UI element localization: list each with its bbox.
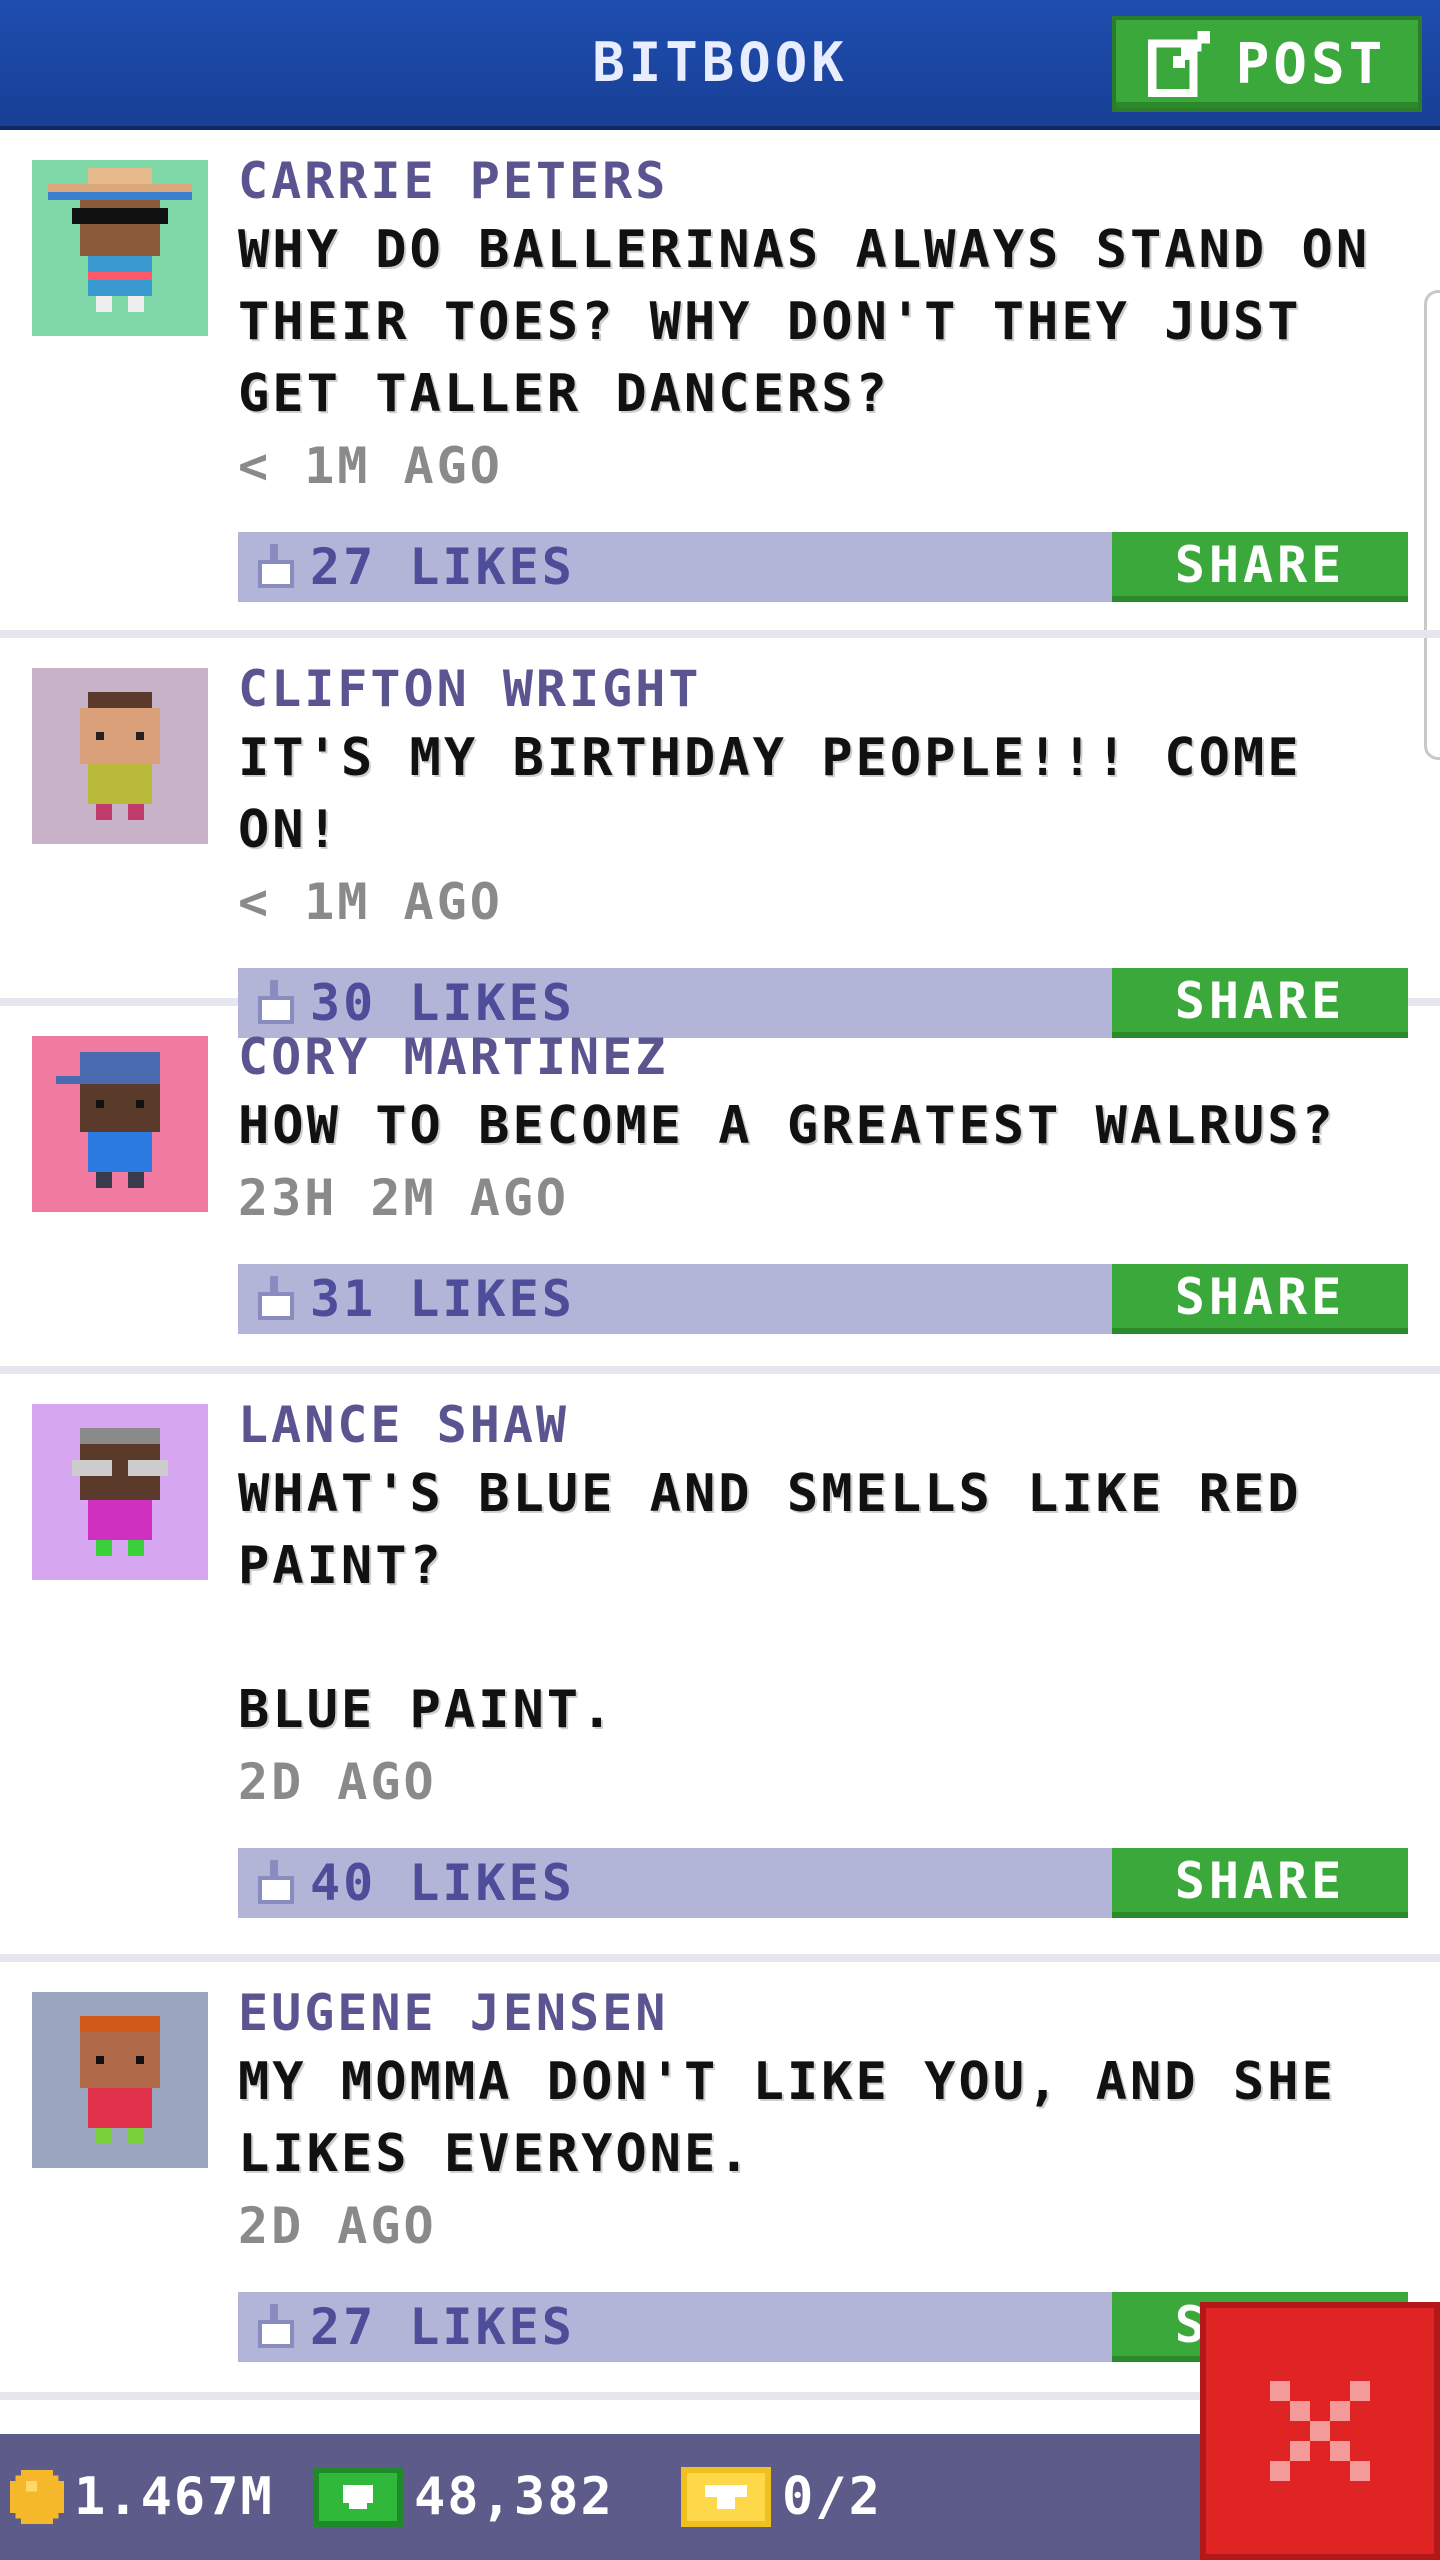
post-text: WHY DO BALLERINAS ALWAYS STAND ON THEIR … [238,220,1405,424]
avatar-eugene-jensen [32,1992,208,2168]
tickets-stat: 0/2 [680,2434,882,2560]
close-icon [1270,2381,1370,2481]
post-author[interactable]: CORY MARTINEZ [238,1024,1408,1090]
avatar-carrie-peters [32,160,208,336]
post-author[interactable]: LANCE SHAW [238,1392,1408,1458]
avatar[interactable] [32,160,208,336]
close-button[interactable] [1200,2302,1440,2560]
post-time: 23H 2M AGO [238,1169,570,1227]
avatar[interactable] [32,1404,208,1580]
post-author[interactable]: CARRIE PETERS [238,148,1408,214]
post-text: WHAT'S BLUE AND SMELLS LIKE RED PAINT? B… [238,1464,1302,1740]
avatar[interactable] [32,1036,208,1212]
like-count[interactable]: 31 LIKES [310,1264,575,1334]
feed-post: CORY MARTINEZ HOW TO BECOME A GREATEST W… [0,1006,1440,1374]
post-text: IT'S MY BIRTHDAY PEOPLE!!! COME ON! [238,728,1336,860]
edit-icon [1147,31,1210,97]
avatar-clifton-wright [32,668,208,844]
like-count[interactable]: 27 LIKES [310,532,575,602]
post-time: 2D AGO [238,2197,437,2255]
feed-post: CLIFTON WRIGHT IT'S MY BIRTHDAY PEOPLE!!… [0,638,1440,1038]
like-bar: 27 LIKES SHARE [238,532,1408,602]
like-count[interactable]: 27 LIKES [310,2292,575,2362]
share-button[interactable]: SHARE [1112,1264,1408,1334]
post-author[interactable]: CLIFTON WRIGHT [238,656,1408,722]
like-bar: 40 LIKES SHARE [238,1848,1408,1918]
post-time: < 1M AGO [238,873,503,931]
ticket-icon [681,2467,771,2527]
bux-value: 48,382 [414,2467,614,2527]
thumbs-up-icon [258,544,294,588]
avatar-cory-martinez [32,1036,208,1212]
share-button[interactable]: SHARE [1112,532,1408,602]
coins-value: 1.467M [74,2467,274,2527]
bux-stat: 48,382 [312,2434,614,2560]
tickets-value: 0/2 [782,2467,882,2527]
post-time: 2D AGO [238,1753,437,1811]
post-button-label: POST [1235,31,1387,97]
thumbs-up-icon [258,1276,294,1320]
coin-icon [10,2470,64,2524]
post-button[interactable]: POST [1112,16,1422,112]
post-author[interactable]: EUGENE JENSEN [238,1980,1408,2046]
coins-stat: 1.467M [10,2434,274,2560]
post-time: < 1M AGO [238,437,503,495]
thumbs-up-icon [258,1860,294,1904]
avatar[interactable] [32,668,208,844]
like-bar: 31 LIKES SHARE [238,1264,1408,1334]
feed-post: CARRIE PETERS WHY DO BALLERINAS ALWAYS S… [0,130,1440,638]
avatar[interactable] [32,1992,208,2168]
like-count[interactable]: 40 LIKES [310,1848,575,1918]
feed-post: LANCE SHAW WHAT'S BLUE AND SMELLS LIKE R… [0,1374,1440,1962]
share-button[interactable]: SHARE [1112,1848,1408,1918]
thumbs-up-icon [258,2304,294,2348]
post-text: MY MOMMA DON'T LIKE YOU, AND SHE LIKES E… [238,2052,1371,2184]
feed-list[interactable]: CARRIE PETERS WHY DO BALLERINAS ALWAYS S… [0,130,1440,2400]
bux-icon [313,2467,403,2527]
avatar-lance-shaw [32,1404,208,1580]
post-text: HOW TO BECOME A GREATEST WALRUS? [238,1096,1336,1156]
